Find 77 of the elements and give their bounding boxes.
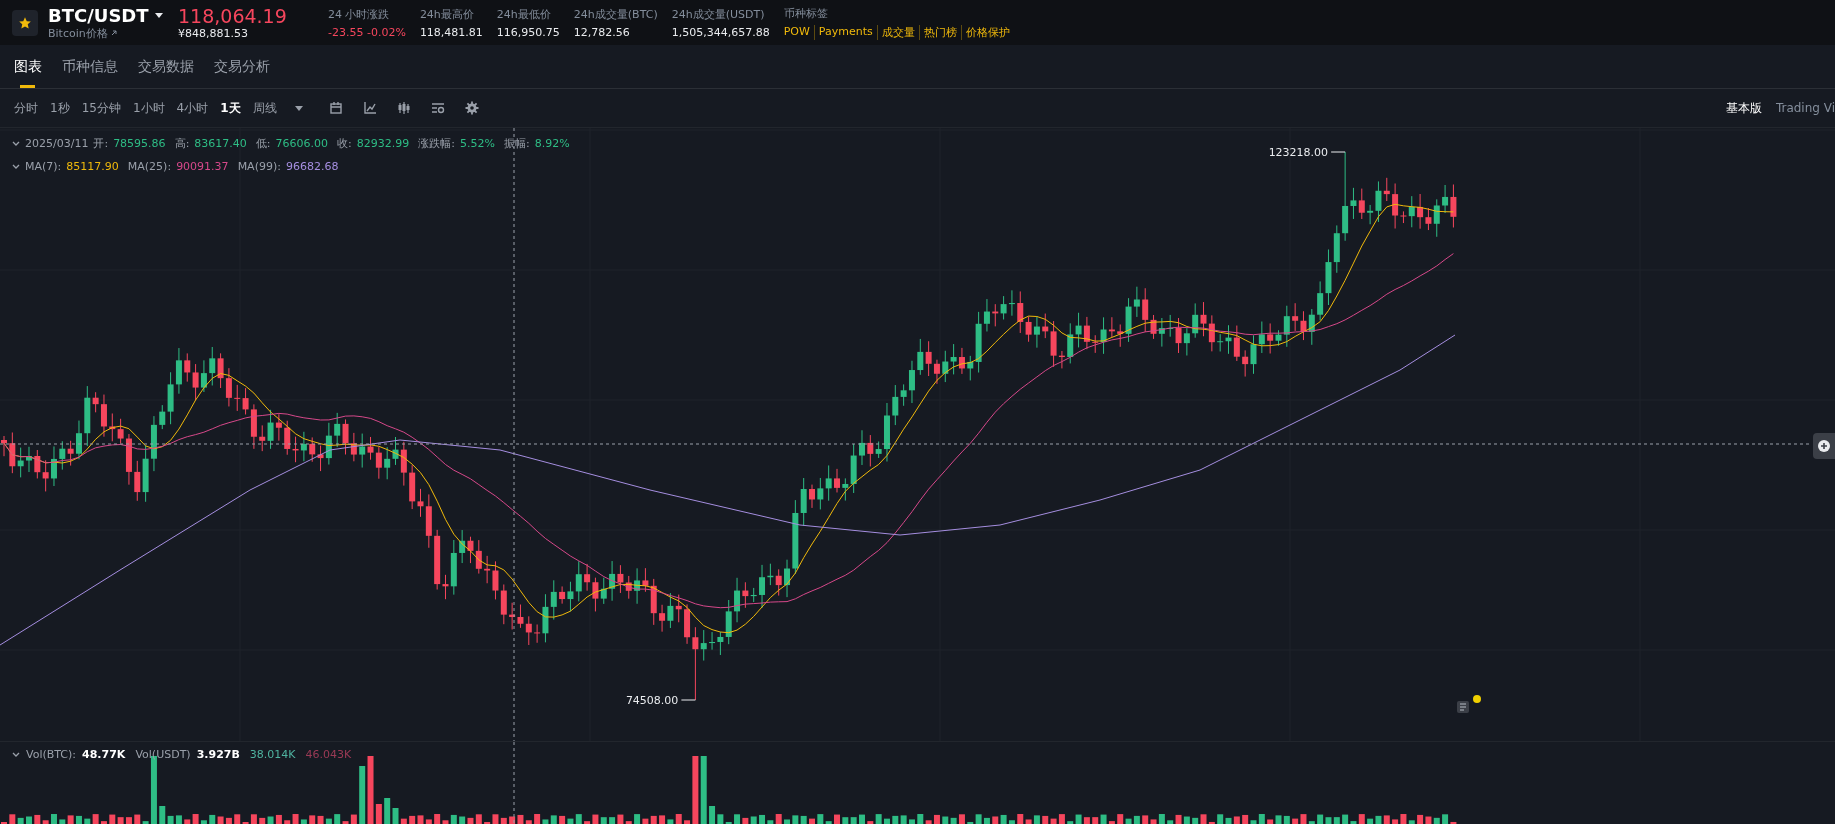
- stat-value: 1,505,344,657.88: [671, 25, 770, 39]
- ohlc-value: 83617.40: [194, 137, 247, 150]
- ma-label: MA(7):: [25, 160, 62, 173]
- coin-tag-link[interactable]: 成交量: [876, 24, 919, 40]
- stat-label: 币种标签: [783, 5, 829, 21]
- volume-label: Vol(USDT): [135, 748, 191, 761]
- fiat-price: ¥848,881.53: [178, 27, 249, 40]
- note-icon[interactable]: [1456, 700, 1470, 714]
- stat-value: 118,481.81: [419, 25, 483, 39]
- interval-button[interactable]: 周线: [252, 99, 277, 117]
- ohlc-value: 78595.86: [113, 137, 166, 150]
- coin-tag-link[interactable]: 价格保护: [960, 24, 1014, 40]
- interval-button[interactable]: 4小时: [176, 99, 209, 117]
- ohlc-label: 高:: [174, 136, 190, 151]
- caret-icon[interactable]: [294, 105, 303, 111]
- ohlc-value: 76606.00: [275, 137, 329, 150]
- volume-value: 3.927B: [196, 748, 240, 761]
- view-mode-tab[interactable]: Trading Vi: [1761, 101, 1835, 115]
- interval-button[interactable]: 15分钟: [81, 99, 121, 117]
- tab[interactable]: 图表: [14, 45, 42, 88]
- volume-value: 46.043K: [305, 748, 352, 761]
- high-price-label: 123218.00: [1268, 146, 1329, 159]
- plus-icon[interactable]: [1818, 440, 1830, 452]
- candlestick-icon[interactable]: [396, 101, 411, 115]
- ohlc-label: 振幅:: [503, 136, 530, 151]
- tab[interactable]: 交易数据: [138, 45, 194, 88]
- stat-label: 24 小时涨跌: [328, 6, 391, 22]
- tab[interactable]: 交易分析: [214, 45, 270, 88]
- ohlc-label: 低:: [255, 136, 271, 151]
- external-link-icon: [110, 30, 117, 36]
- coin-tag-link[interactable]: 热门榜: [918, 24, 961, 40]
- line-chart-icon[interactable]: [362, 101, 377, 115]
- caret-icon[interactable]: [154, 12, 163, 18]
- last-price: 118,064.19: [178, 5, 288, 27]
- ma-label: MA(25):: [127, 160, 172, 173]
- interval-button[interactable]: 1秒: [50, 99, 70, 117]
- symbol-name[interactable]: BTC/USDT: [48, 4, 149, 26]
- notification-dot: [1473, 695, 1481, 703]
- ohlc-value: 82932.99: [356, 137, 410, 150]
- volume-value: 48.77K: [82, 748, 126, 761]
- leader-line: [1330, 151, 1346, 153]
- ma-value: 96682.68: [285, 160, 339, 173]
- ma-value: 85117.90: [66, 160, 119, 173]
- indicator-list-icon[interactable]: [430, 101, 445, 115]
- interval-button[interactable]: 1小时: [132, 99, 165, 117]
- ma-label: MA(99):: [237, 160, 281, 173]
- volume-label: Vol(BTC):: [26, 748, 77, 761]
- ma-value: 90091.37: [176, 160, 229, 173]
- coin-price-link[interactable]: Bitcoin价格: [48, 25, 108, 41]
- coin-tag-link[interactable]: POW: [783, 24, 814, 40]
- interval-button[interactable]: 1天: [220, 99, 241, 117]
- stat-value: 116,950.75: [496, 25, 560, 39]
- stat-label: 24h最低价: [496, 6, 552, 22]
- chevron-icon[interactable]: [12, 141, 20, 146]
- calendar-icon[interactable]: [328, 101, 343, 115]
- interval-button[interactable]: 分时: [14, 99, 38, 117]
- stat-value: 12,782.56: [573, 25, 631, 39]
- ohlc-value: 5.52%: [460, 137, 495, 150]
- ohlc-value: 8.92%: [534, 137, 570, 150]
- chevron-icon[interactable]: [12, 164, 20, 169]
- low-price-label: 74508.00: [625, 694, 679, 707]
- ohlc-label: 开:: [93, 136, 109, 151]
- stat-label: 24h最高价: [419, 6, 475, 22]
- volume-value: 38.014K: [249, 748, 296, 761]
- tab[interactable]: 币种信息: [62, 45, 118, 88]
- ohlc-date: 2025/03/11: [25, 137, 89, 150]
- leader-line: [680, 699, 696, 701]
- stat-label: 24h成交量(BTC): [573, 6, 658, 22]
- ohlc-label: 涨跌幅:: [418, 136, 455, 151]
- settings-icon[interactable]: [464, 101, 479, 115]
- view-mode-tab[interactable]: 基本版: [1711, 99, 1762, 117]
- chevron-icon[interactable]: [12, 752, 20, 757]
- ohlc-label: 收:: [337, 136, 352, 151]
- coin-tag-link[interactable]: Payments: [813, 24, 877, 40]
- add-button[interactable]: [1813, 433, 1835, 459]
- stat-value: -23.55 -0.02%: [328, 25, 406, 39]
- stat-label: 24h成交量(USDT): [671, 6, 766, 22]
